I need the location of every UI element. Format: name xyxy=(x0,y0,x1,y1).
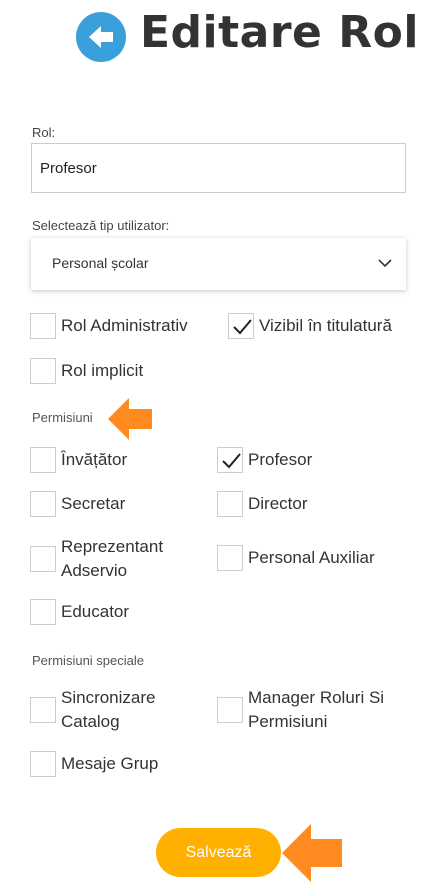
option-label: Rol implicit xyxy=(61,361,144,380)
back-button[interactable] xyxy=(76,12,126,62)
perm-educator[interactable]: Educator xyxy=(30,599,129,625)
perm-label: Personal Auxiliar xyxy=(248,548,375,567)
checkbox[interactable] xyxy=(30,491,56,517)
checkbox[interactable] xyxy=(30,358,56,384)
rol-label: Rol: xyxy=(32,125,56,140)
perm-invatator[interactable]: Învățător xyxy=(30,447,127,473)
pointer-arrow-icon xyxy=(282,824,342,882)
perm-label: Mesaje Grup xyxy=(61,754,159,773)
checkmark-icon xyxy=(233,319,252,335)
checkmark-icon xyxy=(222,453,241,469)
perm-label: Manager Roluri Si Permisiuni xyxy=(248,688,385,731)
perm-reprezentant-adservio[interactable]: Reprezentant Adservio xyxy=(30,535,191,583)
perm-label: Profesor xyxy=(248,450,313,469)
arrow-left-icon xyxy=(89,26,113,48)
option-vizibil-titulatura[interactable]: Vizibil în titulatură xyxy=(228,313,392,339)
perm-label: Reprezentant Adservio xyxy=(61,537,164,580)
checkbox[interactable] xyxy=(30,697,56,723)
perm-mesaje-grup[interactable]: Mesaje Grup xyxy=(30,751,158,777)
checkbox[interactable] xyxy=(228,313,254,339)
permisiuni-speciale-title: Permisiuni speciale xyxy=(32,653,144,668)
checkbox[interactable] xyxy=(217,491,243,517)
tip-utilizator-select[interactable]: Personal școlar xyxy=(31,238,406,290)
checkbox[interactable] xyxy=(217,545,243,571)
checkbox[interactable] xyxy=(30,546,56,572)
perm-secretar[interactable]: Secretar xyxy=(30,491,125,517)
perm-label: Învățător xyxy=(61,450,128,469)
save-button[interactable]: Salvează xyxy=(156,828,281,877)
rol-input[interactable] xyxy=(32,144,405,192)
tip-utilizator-label: Selectează tip utilizator: xyxy=(32,218,170,233)
checkbox[interactable] xyxy=(217,697,243,723)
checkbox[interactable] xyxy=(30,751,56,777)
perm-personal-auxiliar[interactable]: Personal Auxiliar xyxy=(217,545,375,571)
perm-sincronizare-catalog[interactable]: Sincronizare Catalog xyxy=(30,686,181,734)
checkbox[interactable] xyxy=(30,313,56,339)
checkbox[interactable] xyxy=(30,447,56,473)
perm-label: Sincronizare Catalog xyxy=(61,688,156,731)
option-rol-implicit[interactable]: Rol implicit xyxy=(30,358,143,384)
perm-label: Director xyxy=(248,494,308,513)
option-label: Vizibil în titulatură xyxy=(259,316,392,335)
perm-label: Educator xyxy=(61,602,130,621)
page-title: Editare Rol xyxy=(140,7,419,58)
option-rol-administrativ[interactable]: Rol Administrativ xyxy=(30,313,188,339)
checkbox[interactable] xyxy=(217,447,243,473)
rol-input-box[interactable] xyxy=(31,143,406,193)
option-label: Rol Administrativ xyxy=(61,316,188,335)
perm-profesor[interactable]: Profesor xyxy=(217,447,312,473)
pointer-arrow-icon xyxy=(108,398,152,440)
perm-label: Secretar xyxy=(61,494,126,513)
tip-utilizator-value: Personal școlar xyxy=(52,255,149,271)
perm-manager-roluri[interactable]: Manager Roluri Si Permisiuni xyxy=(217,686,408,734)
checkbox[interactable] xyxy=(30,599,56,625)
perm-director[interactable]: Director xyxy=(217,491,308,517)
header: Editare Rol xyxy=(0,0,438,70)
permisiuni-title: Permisiuni xyxy=(32,410,93,425)
chevron-down-icon xyxy=(378,259,392,268)
